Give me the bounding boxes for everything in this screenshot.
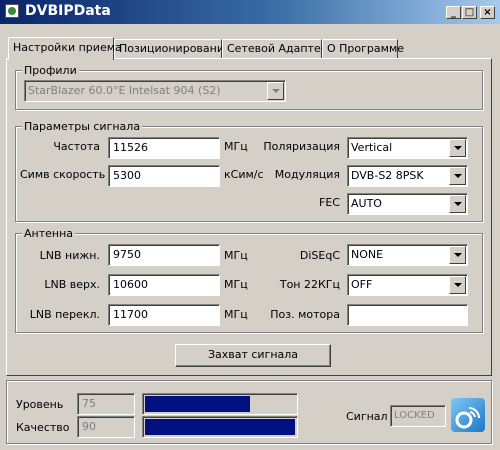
profiles-group-label: Профили <box>22 64 79 77</box>
tab-network-adapter[interactable]: Сетевой Адаптер <box>222 39 328 59</box>
chevron-down-icon[interactable] <box>449 246 466 264</box>
antenna-group-label: Антенна <box>22 227 76 240</box>
quality-label: Качество <box>16 421 70 434</box>
fec-select[interactable]: AUTO <box>347 193 468 215</box>
lnb-low-unit: МГц <box>224 249 248 262</box>
maximize-button[interactable]: □ <box>462 6 477 19</box>
lnb-low-input[interactable]: 9750 <box>108 244 220 266</box>
tab-about[interactable]: О Программе <box>322 39 404 59</box>
signal-status-icon <box>451 398 485 432</box>
motor-pos-label: Поз. мотора <box>270 308 340 321</box>
tab-receive-settings[interactable]: Настройки приема <box>8 37 122 60</box>
tone22-select[interactable]: OFF <box>347 274 468 296</box>
chevron-down-icon[interactable] <box>449 167 466 185</box>
window-title: DVBIPData <box>25 3 111 19</box>
tone22-value: OFF <box>351 278 373 291</box>
diseqc-label: DiSEqC <box>299 249 340 262</box>
polarization-value: Vertical <box>351 141 393 154</box>
lnb-high-input[interactable]: 10600 <box>108 274 220 296</box>
level-meter <box>142 393 298 415</box>
tone22-label: Тон 22КГц <box>279 278 340 291</box>
lnb-high-unit: МГц <box>224 278 248 291</box>
fec-label: FEC <box>319 196 340 209</box>
level-bar <box>145 396 250 412</box>
quality-bar <box>145 419 295 435</box>
capture-signal-button[interactable]: Захват сигнала <box>175 344 331 367</box>
close-button[interactable]: × <box>480 6 495 19</box>
quality-value: 90 <box>77 416 135 438</box>
symbol-rate-label: Симв скорость <box>20 168 106 181</box>
chevron-down-icon[interactable] <box>449 276 466 294</box>
signal-status-field: LOCKED <box>390 405 446 427</box>
chevron-down-icon[interactable] <box>449 139 466 157</box>
profile-select[interactable]: StarBlazer 60.0°E Intelsat 904 (S2) <box>24 80 286 102</box>
frequency-unit: МГц <box>224 140 248 153</box>
polarization-label: Поляризация <box>263 140 340 153</box>
signal-params-group-label: Параметры сигнала <box>22 120 143 133</box>
modulation-select[interactable]: DVB-S2 8PSK <box>347 165 468 187</box>
level-value: 75 <box>77 393 135 415</box>
chevron-down-icon[interactable] <box>449 195 466 213</box>
diseqc-value: NONE <box>351 248 384 261</box>
signal-label: Сигнал <box>346 410 388 423</box>
profile-select-value: StarBlazer 60.0°E Intelsat 904 (S2) <box>28 84 221 97</box>
modulation-value: DVB-S2 8PSK <box>351 169 424 182</box>
diseqc-select[interactable]: NONE <box>347 244 468 266</box>
signal-lock-icon <box>455 407 480 429</box>
frequency-input[interactable]: 11526 <box>108 137 220 159</box>
lnb-switch-unit: МГц <box>224 308 248 321</box>
polarization-select[interactable]: Vertical <box>347 137 468 159</box>
lnb-high-label: LNB верх. <box>44 278 100 291</box>
app-icon[interactable] <box>5 4 19 18</box>
lnb-switch-label: LNB перекл. <box>29 308 100 321</box>
lnb-low-label: LNB нижн. <box>39 249 100 262</box>
tab-positioning[interactable]: Позиционирование <box>114 39 231 59</box>
frequency-label: Частота <box>53 140 100 153</box>
symbol-rate-input[interactable]: 5300 <box>108 165 220 187</box>
modulation-label: Модуляция <box>274 168 340 181</box>
chevron-down-icon[interactable] <box>267 82 284 100</box>
quality-meter <box>142 416 298 438</box>
lnb-switch-input[interactable]: 11700 <box>108 304 220 326</box>
motor-pos-input[interactable] <box>347 304 468 326</box>
level-label: Уровень <box>16 398 64 411</box>
fec-value: AUTO <box>351 197 382 210</box>
minimize-button[interactable]: _ <box>446 6 461 19</box>
